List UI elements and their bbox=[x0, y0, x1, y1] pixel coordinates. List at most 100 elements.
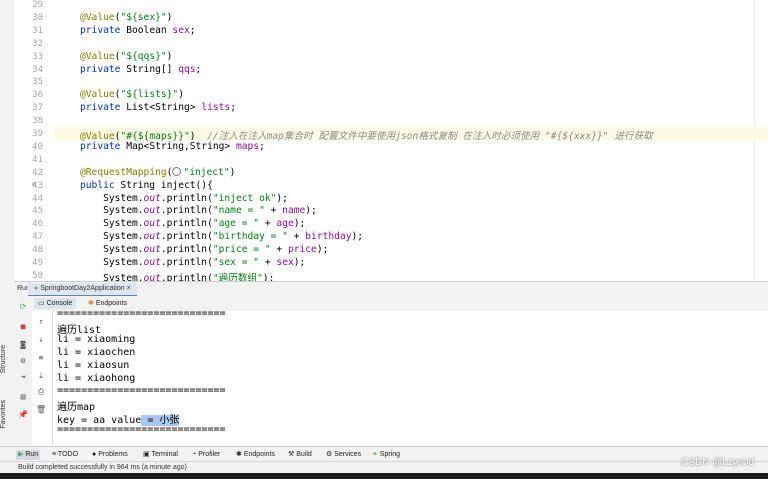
console-line: li = xiaoming bbox=[57, 333, 136, 345]
debug-icon[interactable]: ⚙ bbox=[18, 356, 28, 366]
line-number: 44 bbox=[32, 193, 43, 204]
run-tool-button[interactable]: ▶ Run bbox=[16, 450, 41, 460]
code-line[interactable]: System.out.println("age = " + age); bbox=[80, 218, 305, 229]
line-number: 42 bbox=[32, 167, 43, 178]
endpoints-tool-button[interactable]: ✱ Endpoints bbox=[236, 450, 275, 460]
code-line[interactable]: @RequestMapping("inject") bbox=[80, 167, 235, 178]
build-tool-label: Build bbox=[296, 451, 312, 458]
line-number: 31 bbox=[32, 25, 43, 36]
line-number: 30 bbox=[32, 12, 43, 23]
line-number: 40 bbox=[32, 141, 43, 152]
line-number: 43 bbox=[32, 180, 43, 191]
code-line[interactable]: private Map<String,String> maps; bbox=[80, 141, 265, 152]
profiler-tool-label: Profiler bbox=[198, 451, 221, 458]
endpoints-tool-label: Endpoints bbox=[243, 451, 275, 458]
line-number: 37 bbox=[32, 103, 43, 114]
services-tool-label: Services bbox=[334, 451, 362, 458]
line-number: 29 bbox=[32, 0, 43, 10]
run-config-tab[interactable]: ● SpringbootDay2Application × bbox=[28, 283, 137, 297]
code-line[interactable]: @Value("${qqs}") bbox=[80, 51, 172, 62]
console-line: li = xiaohong bbox=[57, 372, 136, 384]
left-tool-strip: Structure Favorites bbox=[0, 0, 15, 463]
tab-endpoints-label: Endpoints bbox=[95, 300, 127, 307]
console-tabs: ▭ Console ✱ Endpoints bbox=[32, 296, 768, 312]
tab-console-label: Console bbox=[46, 300, 73, 307]
console-output[interactable]: ============================ 遍历list li = x… bbox=[54, 311, 768, 446]
pin-icon[interactable]: 📌 bbox=[18, 410, 28, 420]
bottom-tool-bar: ▶ Run ≡ TODO ● Problems ▣ Terminal ◔ Pro… bbox=[0, 446, 768, 462]
code-line[interactable]: System.out.println("birthday = " + birth… bbox=[80, 231, 363, 242]
hammer-icon: ⚒ bbox=[288, 451, 295, 458]
console-line: ============================ bbox=[57, 385, 226, 397]
spring-tool-label: Spring bbox=[379, 451, 401, 458]
code-line[interactable]: @Value("${lists}") bbox=[80, 89, 184, 100]
rerun-icon[interactable]: ⟳ bbox=[18, 302, 28, 312]
layout-icon[interactable]: ▤ bbox=[18, 392, 28, 402]
bottom-edge bbox=[0, 473, 768, 479]
right-margin-guide bbox=[754, 0, 755, 281]
console-line: ============================ bbox=[57, 424, 226, 436]
problems-icon: ● bbox=[92, 451, 97, 458]
profiler-icon: ◔ bbox=[192, 451, 197, 458]
favorites-tab[interactable]: Favorites bbox=[0, 400, 14, 429]
run-tool-label: Run bbox=[25, 451, 39, 458]
code-line[interactable]: System.out.println("inject ok"); bbox=[80, 193, 288, 204]
line-number: 38 bbox=[32, 116, 43, 127]
build-tool-button[interactable]: ⚒ Build bbox=[288, 450, 312, 460]
soft-wrap-icon[interactable]: ≡ bbox=[36, 353, 46, 363]
scroll-to-end-icon[interactable]: ⤓ bbox=[36, 371, 46, 381]
terminal-icon: ▣ bbox=[143, 451, 150, 458]
spring-leaf-icon: ❧ bbox=[372, 451, 378, 458]
line-number: 47 bbox=[32, 232, 43, 243]
run-config-name: SpringbootDay2Application bbox=[40, 285, 125, 292]
code-line[interactable]: private Boolean sex; bbox=[80, 25, 196, 36]
delete-icon[interactable]: 🗑 bbox=[36, 405, 46, 415]
line-number: 36 bbox=[32, 90, 43, 101]
code-editor[interactable]: 29 30 31 32 33 34 35 36 37 38 39 40 41 42 43 44 45 46 47 48… bbox=[14, 0, 768, 281]
console-toolbar: ↑ ↓ ≡ ⤓ ⎙ 🗑 bbox=[32, 311, 53, 446]
line-number: 35 bbox=[32, 77, 43, 88]
line-number: 48 bbox=[32, 245, 43, 256]
close-icon[interactable]: × bbox=[127, 285, 131, 292]
spring-tool-button[interactable]: ❧ Spring bbox=[372, 450, 400, 460]
down-arrow-icon[interactable]: ↓ bbox=[36, 335, 46, 345]
terminal-tool-button[interactable]: ▣ Terminal bbox=[143, 450, 178, 460]
stop-icon[interactable]: ■ bbox=[18, 322, 28, 332]
print-icon[interactable]: ⎙ bbox=[36, 387, 46, 397]
run-toolbar: ⟳ ■ ◙ ⚙ ⇥ ▤ 📌 bbox=[14, 296, 33, 446]
structure-tab[interactable]: Structure bbox=[0, 345, 14, 373]
code-line[interactable]: System.out.println("遍历数组"); bbox=[80, 270, 274, 281]
code-line[interactable]: public String inject(){ bbox=[80, 180, 213, 191]
line-number: 33 bbox=[32, 51, 43, 62]
code-line[interactable]: private List<String> lists; bbox=[80, 102, 236, 113]
line-gutter: 29 30 31 32 33 34 35 36 37 38 39 40 41 42 43 44 45 46 47 48… bbox=[14, 0, 54, 281]
run-icon: ▶ bbox=[18, 451, 24, 458]
line-number: 49 bbox=[32, 258, 43, 268]
tab-endpoints[interactable]: ✱ Endpoints bbox=[84, 298, 131, 309]
endpoints-icon: ✱ bbox=[88, 300, 94, 307]
code-line[interactable]: @Value("#{${maps}}") //注入在注入map集合时 配置文件中… bbox=[80, 128, 653, 142]
todo-tool-button[interactable]: ≡ TODO bbox=[52, 450, 78, 460]
services-tool-button[interactable]: ⚙ Services bbox=[326, 450, 361, 460]
code-line[interactable]: private String[] qqs; bbox=[80, 64, 201, 75]
camera-icon[interactable]: ◙ bbox=[18, 340, 28, 350]
problems-tool-button[interactable]: ● Problems bbox=[92, 450, 128, 460]
code-line[interactable]: System.out.println("sex = " + sex); bbox=[80, 257, 305, 268]
line-number: 41 bbox=[32, 154, 43, 165]
profiler-tool-button[interactable]: ◔ Profiler bbox=[192, 450, 220, 460]
up-arrow-icon[interactable]: ↑ bbox=[36, 317, 46, 327]
request-mapping-gutter-icon[interactable]: ◎ bbox=[32, 180, 36, 188]
spring-icon: ● bbox=[34, 285, 39, 292]
todo-tool-label: TODO bbox=[57, 451, 79, 458]
endpoints-tool-icon: ✱ bbox=[236, 451, 242, 458]
tab-console[interactable]: ▭ Console bbox=[34, 298, 77, 309]
console-line: li = xiaosun bbox=[57, 359, 130, 371]
code-line[interactable]: @Value("${sex}") bbox=[80, 12, 172, 23]
todo-icon: ≡ bbox=[52, 451, 57, 458]
exit-icon[interactable]: ⇥ bbox=[18, 372, 28, 382]
line-number: 45 bbox=[32, 206, 43, 217]
console-icon: ▭ bbox=[38, 300, 45, 307]
code-line[interactable]: System.out.println("price = " + price); bbox=[80, 244, 328, 255]
code-line[interactable]: System.out.println("name = " + name); bbox=[80, 205, 317, 216]
problems-tool-label: Problems bbox=[98, 451, 128, 458]
